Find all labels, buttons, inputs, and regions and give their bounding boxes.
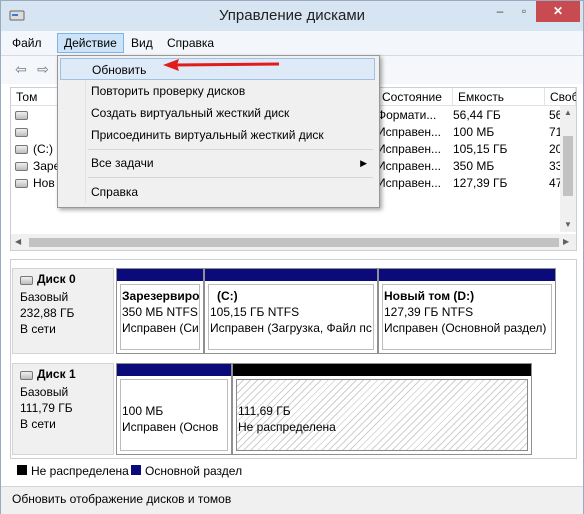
volume-state: Исправен... [377, 125, 442, 139]
volume-state: Исправен... [377, 142, 442, 156]
unallocated-space[interactable]: 111,69 ГБ Не распределена [232, 363, 532, 455]
horizontal-scrollbar[interactable]: ◀ ▶ [11, 234, 576, 250]
partition-status: Исправен (Основной раздел) [384, 321, 547, 335]
scroll-right-icon[interactable]: ▶ [563, 237, 569, 247]
disk-name: Диск 1 [37, 367, 76, 381]
partition-reserved[interactable]: Зарезервиро 350 МБ NTFS Исправен (Си [116, 268, 204, 354]
disk-status: В сети [20, 417, 56, 431]
menu-item-label: Все задачи [91, 156, 154, 170]
volume-capacity: 105,15 ГБ [453, 142, 508, 156]
disk-1-label[interactable]: Диск 1 Базовый 111,79 ГБ В сети [12, 363, 114, 455]
partition-size: 111,69 ГБ [238, 404, 291, 418]
menu-item-label: Повторить проверку дисков [91, 84, 246, 98]
partition-title: (C:) [217, 289, 238, 303]
disk-type: Базовый [20, 385, 69, 399]
partition-size: 105,15 ГБ NTFS [210, 305, 300, 319]
vertical-scrollbar[interactable]: ▲ ▼ [560, 106, 576, 232]
partition-bar [379, 269, 555, 281]
partition-c[interactable]: (C:) 105,15 ГБ NTFS Исправен (Загрузка, … [204, 268, 378, 354]
partition-status: Исправен (Основ [122, 420, 219, 434]
menu-view[interactable]: Вид [125, 34, 159, 52]
scroll-down-icon[interactable]: ▼ [564, 220, 572, 230]
disk-icon [15, 145, 28, 154]
volume-state: Исправен... [377, 159, 442, 173]
legend-label-primary: Основной раздел [145, 464, 243, 478]
disk-type: Базовый [20, 290, 69, 304]
menu-item-label: Справка [91, 185, 139, 199]
disk-icon [20, 276, 33, 285]
legend-swatch-primary [131, 465, 141, 475]
status-text: Обновить отображение дисков и томов [12, 492, 232, 506]
volume-state: Формати... [377, 108, 437, 122]
menu-item-attach-vhd[interactable]: Присоединить виртуальный жесткий диск [60, 124, 375, 146]
status-bar: Обновить отображение дисков и томов [1, 486, 583, 514]
disk-icon [15, 128, 28, 137]
legend-swatch-unallocated [17, 465, 27, 475]
disk-name: Диск 0 [37, 272, 76, 286]
disk-graphical-view: Диск 0 Базовый 232,88 ГБ В сети Зарезерв… [10, 259, 577, 459]
legend-label-unallocated: Не распределена [31, 464, 129, 478]
volume-capacity: 100 МБ [453, 125, 495, 139]
partition-status: Исправен (Загрузка, Файл пс [210, 321, 372, 335]
partition-bar [205, 269, 377, 281]
partition-size: 127,39 ГБ NTFS [384, 305, 474, 319]
volume-capacity: 56,44 ГБ [453, 108, 501, 122]
menu-action[interactable]: Действие [57, 33, 124, 53]
volume-capacity: 350 МБ [453, 159, 495, 173]
partition-size: 100 МБ [122, 404, 164, 418]
scroll-up-icon[interactable]: ▲ [564, 108, 572, 118]
partition-d[interactable]: Новый том (D:) 127,39 ГБ NTFS Исправен (… [378, 268, 556, 354]
menu-help[interactable]: Справка [161, 34, 220, 52]
menu-separator [88, 149, 373, 150]
close-button[interactable]: ✕ [536, 1, 580, 22]
partition-status: Исправен (Си [122, 321, 199, 335]
volume-state: Исправен... [377, 176, 442, 190]
disk-0-label[interactable]: Диск 0 Базовый 232,88 ГБ В сети [12, 268, 114, 354]
unallocated-bar [233, 364, 531, 376]
partition-bar [117, 269, 203, 281]
action-dropdown-menu: Обновить Повторить проверку дисков Созда… [57, 55, 380, 208]
maximize-button[interactable]: ▫ [512, 1, 536, 22]
scroll-left-icon[interactable]: ◀ [15, 237, 21, 247]
disk-status: В сети [20, 322, 56, 336]
forward-arrow-icon[interactable]: ⇨ [34, 61, 52, 77]
annotation-arrow-icon [163, 59, 280, 71]
menu-file[interactable]: Файл [6, 34, 48, 52]
column-header-state[interactable]: Состояние [377, 88, 453, 106]
partition-title: Зарезервиро [122, 289, 200, 303]
menu-item-label: Создать виртуальный жесткий диск [91, 106, 290, 120]
menu-bar: Файл Действие Вид Справка [1, 31, 583, 56]
disk-icon [15, 179, 28, 188]
horizontal-scroll-thumb[interactable] [29, 238, 559, 247]
disk-icon [15, 162, 28, 171]
back-arrow-icon[interactable]: ⇦ [12, 61, 30, 77]
submenu-arrow-icon: ▶ [360, 158, 367, 168]
title-bar: Управление дисками – ▫ ✕ [1, 1, 583, 31]
disk-icon [15, 111, 28, 120]
disk-size: 111,79 ГБ [20, 401, 73, 415]
minimize-button[interactable]: – [488, 1, 512, 22]
legend: Не распределена Основной раздел [10, 461, 575, 483]
column-header-free[interactable]: Своб [545, 88, 576, 106]
partition-title: Новый том (D:) [384, 289, 475, 303]
menu-item-all-tasks[interactable]: Все задачи ▶ [60, 152, 375, 174]
disk-management-window: Управление дисками – ▫ ✕ Файл Действие В… [0, 0, 584, 514]
menu-item-create-vhd[interactable]: Создать виртуальный жесткий диск [60, 102, 375, 124]
volume-capacity: 127,39 ГБ [453, 176, 508, 190]
disk-icon [20, 371, 33, 380]
menu-separator [88, 177, 373, 178]
partition-system-100mb[interactable]: 100 МБ Исправен (Основ [116, 363, 232, 455]
column-header-capacity[interactable]: Емкость [453, 88, 545, 106]
partition-size: 350 МБ NTFS [122, 305, 198, 319]
disk-size: 232,88 ГБ [20, 306, 75, 320]
menu-item-help[interactable]: Справка [60, 181, 375, 203]
menu-item-rescan-disks[interactable]: Повторить проверку дисков [60, 80, 375, 102]
menu-item-label: Присоединить виртуальный жесткий диск [91, 128, 324, 142]
menu-item-label: Обновить [92, 63, 147, 77]
partition-bar [117, 364, 231, 376]
vertical-scroll-thumb[interactable] [563, 136, 573, 196]
partition-status: Не распределена [238, 420, 336, 434]
